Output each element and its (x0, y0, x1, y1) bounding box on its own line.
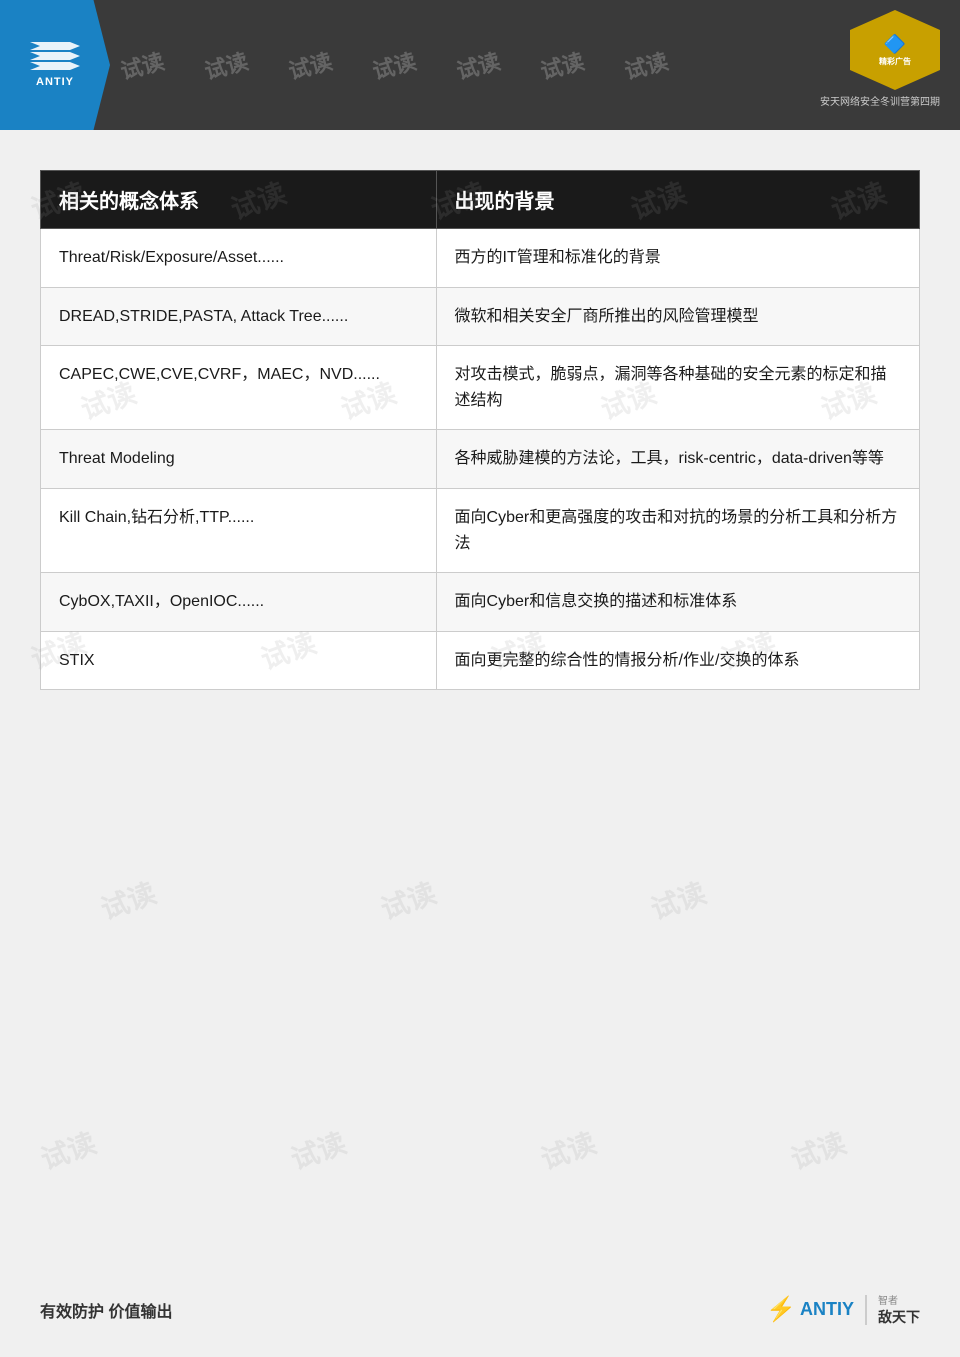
logo-text: ANTIY (36, 76, 74, 88)
antiy-badge: 🔷 精彩广告 (850, 10, 940, 90)
table-row: CAPEC,CWE,CVE,CVRF，MAEC，NVD......对攻击模式，脆… (41, 346, 920, 430)
table-cell-right-6: 面向更完整的综合性的情报分析/作业/交换的体系 (436, 631, 919, 690)
table-cell-left-3: Threat Modeling (41, 430, 437, 489)
table-cell-left-6: STIX (41, 631, 437, 690)
table-row: Threat/Risk/Exposure/Asset......西方的IT管理和… (41, 229, 920, 288)
table-row: DREAD,STRIDE,PASTA, Attack Tree......微软和… (41, 287, 920, 346)
table-row: Threat Modeling各种威胁建模的方法论，工具，risk-centri… (41, 430, 920, 489)
wm-6: 试读 (537, 44, 588, 86)
header-watermarks: 试读 试读 试读 试读 试读 试读 试读 (0, 0, 960, 130)
header-subtitle: 安天网络安全冬训营第四期 (820, 93, 940, 108)
wm-3: 试读 (285, 44, 336, 86)
table-row: CybOX,TAXII，OpenIOC......面向Cyber和信息交换的描述… (41, 573, 920, 632)
footer-brand-text: 敌天下 (878, 1307, 920, 1327)
table-row: Kill Chain,钻石分析,TTP......面向Cyber和更高强度的攻击… (41, 488, 920, 572)
pwm-17: 试读 (35, 1122, 101, 1179)
wm-1: 试读 (117, 44, 168, 86)
footer-logo-text: ANTIY (800, 1299, 854, 1320)
wm-2: 试读 (201, 44, 252, 86)
footer-left-text: 有效防护 价值输出 (40, 1298, 172, 1322)
pwm-16: 试读 (645, 872, 711, 929)
table-cell-left-4: Kill Chain,钻石分析,TTP...... (41, 488, 437, 572)
chevron-3 (30, 62, 80, 70)
chevron-2 (30, 52, 80, 60)
table-cell-right-1: 微软和相关安全厂商所推出的风险管理模型 (436, 287, 919, 346)
footer-right: ⚡ ANTIY 智者 敌天下 (766, 1292, 920, 1327)
footer-brand-small: 智者 (878, 1292, 898, 1307)
table-cell-right-3: 各种威胁建模的方法论，工具，risk-centric，data-driven等等 (436, 430, 919, 489)
col2-header: 出现的背景 (436, 171, 919, 229)
badge-inner: 🔷 精彩广告 (879, 33, 911, 67)
main-content: 相关的概念体系 出现的背景 Threat/Risk/Exposure/Asset… (0, 130, 960, 720)
col1-header: 相关的概念体系 (41, 171, 437, 229)
header-right-logo: 🔷 精彩广告 安天网络安全冬训营第四期 (820, 10, 940, 108)
table-cell-left-0: Threat/Risk/Exposure/Asset...... (41, 229, 437, 288)
table-cell-right-5: 面向Cyber和信息交换的描述和标准体系 (436, 573, 919, 632)
wm-5: 试读 (453, 44, 504, 86)
pwm-19: 试读 (535, 1122, 601, 1179)
table-cell-right-2: 对攻击模式，脆弱点，漏洞等各种基础的安全元素的标定和描述结构 (436, 346, 919, 430)
pwm-15: 试读 (375, 872, 441, 929)
pwm-14: 试读 (95, 872, 161, 929)
chevron-1 (30, 42, 80, 50)
table-cell-right-0: 西方的IT管理和标准化的背景 (436, 229, 919, 288)
table-cell-left-1: DREAD,STRIDE,PASTA, Attack Tree...... (41, 287, 437, 346)
wm-7: 试读 (621, 44, 672, 86)
table-cell-left-2: CAPEC,CWE,CVE,CVRF，MAEC，NVD...... (41, 346, 437, 430)
pwm-18: 试读 (285, 1122, 351, 1179)
table-cell-left-5: CybOX,TAXII，OpenIOC...... (41, 573, 437, 632)
pwm-20: 试读 (785, 1122, 851, 1179)
logo-chevrons (30, 42, 80, 70)
table-cell-right-4: 面向Cyber和更高强度的攻击和对抗的场景的分析工具和分析方法 (436, 488, 919, 572)
footer-divider (865, 1295, 867, 1325)
wm-4: 试读 (369, 44, 420, 86)
data-table: 相关的概念体系 出现的背景 Threat/Risk/Exposure/Asset… (40, 170, 920, 690)
header: ANTIY 试读 试读 试读 试读 试读 试读 试读 🔷 精彩广告 安天网络安全… (0, 0, 960, 130)
footer: 有效防护 价值输出 ⚡ ANTIY 智者 敌天下 (40, 1292, 920, 1327)
lightning-icon: ⚡ (766, 1295, 796, 1324)
table-header-row: 相关的概念体系 出现的背景 (41, 171, 920, 229)
table-row: STIX面向更完整的综合性的情报分析/作业/交换的体系 (41, 631, 920, 690)
logo-area: ANTIY (0, 0, 110, 130)
